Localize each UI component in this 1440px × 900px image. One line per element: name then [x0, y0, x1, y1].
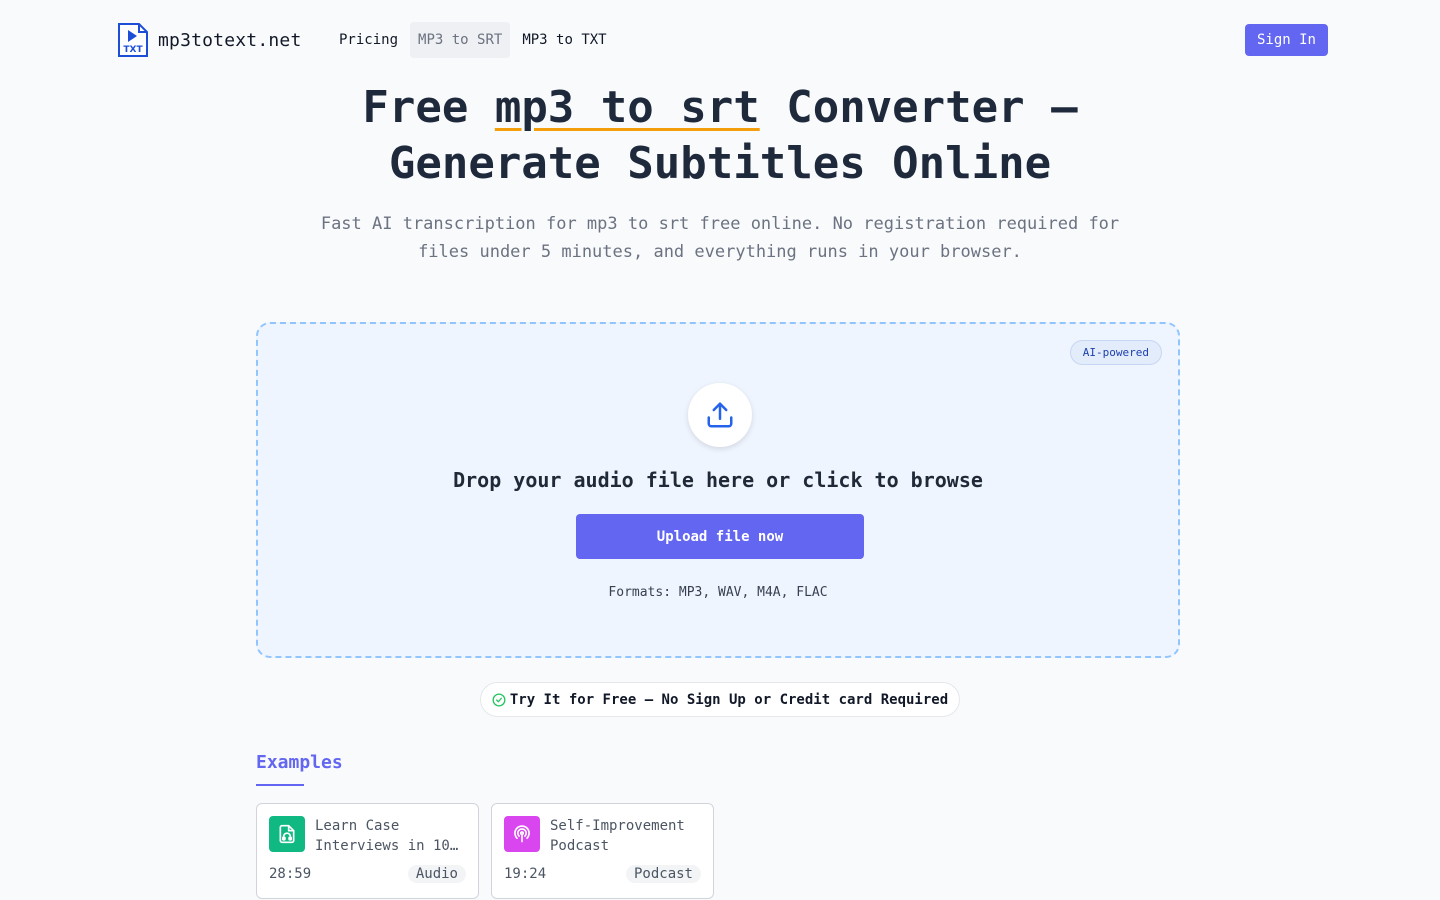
card-tag: Audio [407, 865, 466, 883]
title-line2: Generate Subtitles Online [388, 138, 1052, 189]
free-trial-pill: Try It for Free — No Sign Up or Credit c… [480, 682, 960, 717]
audio-file-icon [279, 824, 295, 844]
main-nav: Pricing MP3 to SRT MP3 to TXT [331, 22, 615, 58]
card-icon-wrap [269, 816, 305, 852]
check-circle-icon [492, 693, 506, 706]
title-highlight: mp3 to srt [494, 82, 760, 133]
examples-heading: Examples [256, 752, 343, 773]
upload-icon [707, 402, 733, 428]
title-part2: Converter — [759, 82, 1078, 133]
svg-text:TXT: TXT [123, 45, 143, 55]
nav-mp3-to-txt[interactable]: MP3 to TXT [514, 22, 614, 58]
nav-mp3-to-srt[interactable]: MP3 to SRT [410, 22, 511, 58]
play-file-icon: TXT [118, 23, 148, 57]
drop-instructions: Drop your audio file here or click to br… [453, 468, 983, 492]
nav-pricing[interactable]: Pricing [331, 22, 406, 58]
card-title: Self-Improvement Podcast [550, 818, 685, 854]
card-tag: Podcast [625, 865, 701, 883]
supported-formats: Formats: MP3, WAV, M4A, FLAC [608, 585, 828, 600]
logo-text: mp3totext.net [158, 29, 302, 51]
site-logo[interactable]: TXT mp3totext.net [116, 22, 301, 58]
title-part1: Free [362, 82, 495, 133]
upload-file-button[interactable]: Upload file now [576, 514, 864, 559]
card-icon-wrap [504, 816, 540, 852]
upload-dropzone[interactable]: AI-powered Drop your audio file here or … [256, 322, 1180, 658]
example-card[interactable]: Self-Improvement Podcast 19:24 Podcast [491, 803, 714, 899]
card-duration: 19:24 [504, 866, 547, 882]
card-title: Learn Case Interviews in 10 Minutes [315, 818, 450, 854]
example-card[interactable]: Learn Case Interviews in 10 Minutes 28:5… [256, 803, 479, 899]
ai-powered-badge: AI-powered [1069, 340, 1162, 365]
examples-underline [256, 784, 304, 786]
sign-in-button[interactable]: Sign In [1245, 24, 1328, 56]
podcast-icon [514, 825, 530, 843]
upload-icon-circle[interactable] [688, 383, 752, 447]
free-trial-text: Try It for Free — No Sign Up or Credit c… [509, 691, 949, 708]
card-duration: 28:59 [269, 866, 312, 882]
top-header: TXT mp3totext.net Pricing MP3 to SRT MP3… [0, 0, 1440, 80]
hero-subtitle: Fast AI transcription for mp3 to srt fre… [320, 214, 1120, 262]
page-title: Free mp3 to srt Converter — Generate Sub… [0, 80, 1440, 192]
